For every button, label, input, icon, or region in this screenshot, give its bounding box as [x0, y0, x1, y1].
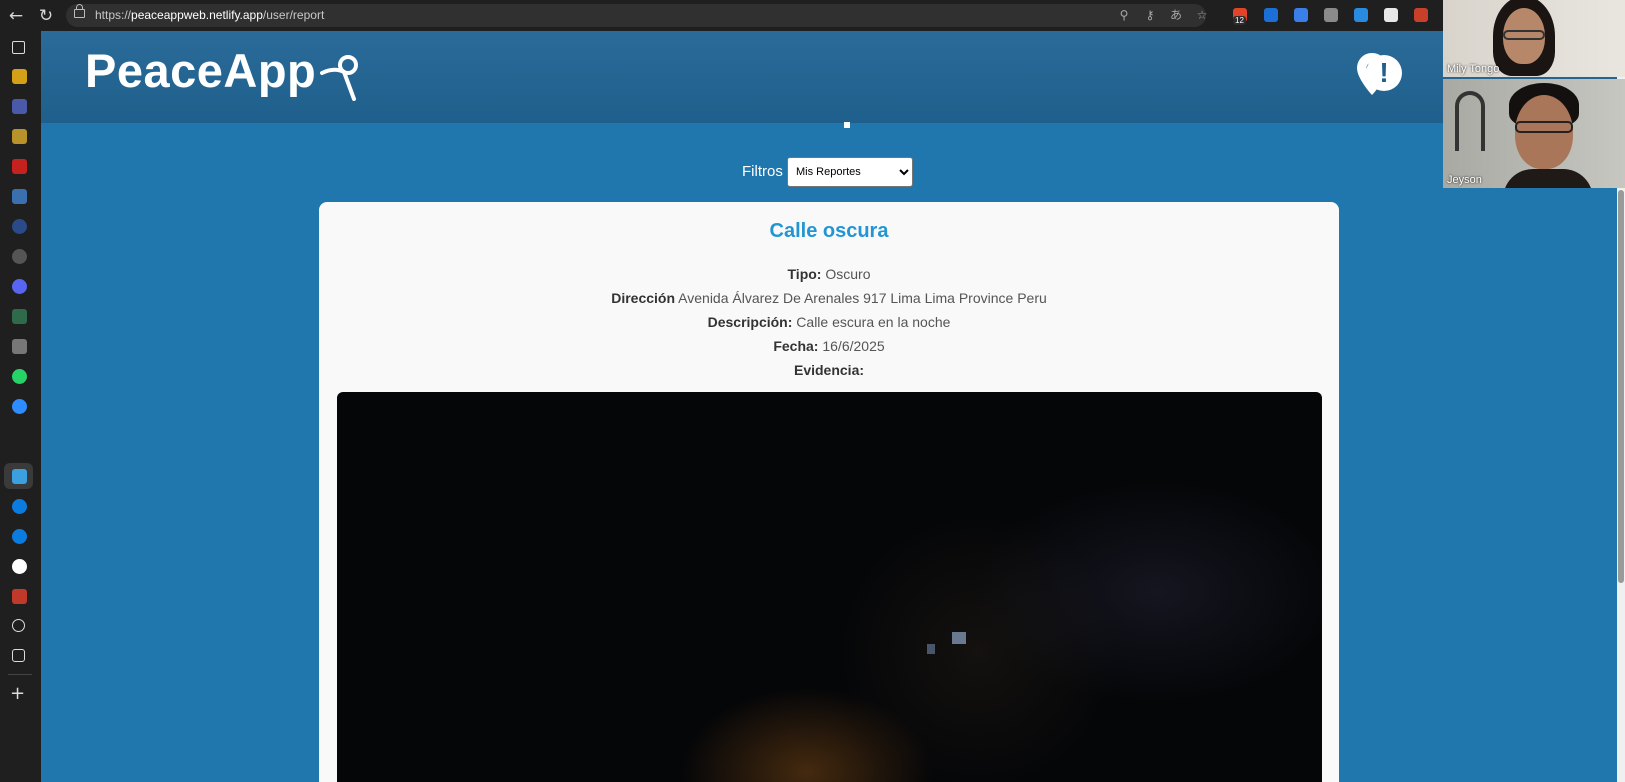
star-icon[interactable]: ☆ — [1194, 7, 1210, 23]
report-evidencia-label: Evidencia: — [793, 362, 865, 378]
sidebar-divider — [8, 674, 32, 675]
app-icon[interactable] — [12, 339, 27, 354]
globe-icon[interactable] — [12, 619, 25, 632]
app-icon[interactable] — [12, 219, 27, 234]
url-text: https://peaceappweb.netlify.app/user/rep… — [95, 8, 325, 22]
app-header: PeaceApp ! — [41, 31, 1625, 123]
app-icon[interactable] — [12, 309, 27, 324]
scrollbar-thumb[interactable] — [1618, 190, 1624, 583]
reload-icon[interactable]: ↻ — [34, 4, 58, 28]
skype-icon[interactable] — [12, 529, 27, 544]
skype-icon[interactable] — [12, 499, 27, 514]
browser-toolbar: ← ↻ https://peaceappweb.netlify.app/user… — [0, 0, 1625, 31]
lock-icon — [74, 4, 85, 18]
extension-icon[interactable] — [1384, 8, 1398, 22]
evidence-window-light — [952, 632, 966, 644]
add-icon[interactable]: + — [10, 685, 25, 703]
evidence-window-light — [927, 644, 935, 654]
carousel-dot — [844, 122, 850, 128]
filter-select[interactable]: Mis Reportes — [787, 157, 913, 187]
gmail-icon[interactable] — [12, 159, 27, 174]
logo-mark-icon — [320, 55, 358, 101]
report-title: Calle oscura — [769, 220, 889, 242]
glasses-icon — [1503, 30, 1545, 40]
filter-label: Filtros — [742, 163, 783, 180]
report-tipo: Tipo: Oscuro — [787, 266, 871, 282]
headphones-icon — [1455, 91, 1485, 151]
app-icon[interactable] — [12, 249, 27, 264]
app-icon[interactable] — [12, 189, 27, 204]
video-tile[interactable]: Mily Tongo — [1443, 0, 1625, 77]
report-direccion: Dirección Avenida Álvarez De Arenales 91… — [611, 290, 1047, 306]
address-bar[interactable]: https://peaceappweb.netlify.app/user/rep… — [66, 4, 1207, 27]
key-icon[interactable]: ⚷ — [1142, 7, 1158, 23]
app-icon[interactable] — [12, 589, 27, 604]
discord-icon[interactable] — [12, 279, 27, 294]
app-logo[interactable]: PeaceApp — [85, 43, 316, 98]
extension-icon[interactable] — [1264, 8, 1278, 22]
extension-icon[interactable] — [1414, 8, 1428, 22]
report-descripcion: Descripción: Calle escura en la noche — [707, 314, 951, 330]
calendar-icon[interactable] — [12, 649, 25, 662]
participant-name: Mily Tongo — [1447, 63, 1500, 75]
location-icon[interactable]: ⚲ — [1116, 7, 1132, 23]
google-icon[interactable] — [12, 559, 27, 574]
alert-icon[interactable]: ! — [1366, 55, 1402, 91]
participant-name: Jeyson — [1447, 174, 1482, 186]
translate-icon[interactable]: あ — [1168, 7, 1184, 23]
browser-sidebar: + — [0, 31, 41, 782]
glasses-icon — [1515, 121, 1573, 133]
peaceapp-icon[interactable] — [12, 469, 27, 484]
app-icon[interactable] — [12, 69, 27, 84]
zoom-icon[interactable] — [12, 399, 27, 414]
tabs-icon[interactable] — [12, 41, 25, 54]
extension-icon[interactable] — [1324, 8, 1338, 22]
extension-icon[interactable] — [1294, 8, 1308, 22]
whatsapp-icon[interactable] — [12, 369, 27, 384]
video-tile[interactable]: Jeyson — [1443, 79, 1625, 188]
report-card: Calle oscura Tipo: Oscuro Dirección Aven… — [319, 202, 1339, 782]
web-page: PeaceApp ! Filtros Mis Reportes Calle os… — [41, 31, 1625, 782]
app-icon[interactable] — [12, 99, 27, 114]
extension-badge: 12 — [1233, 16, 1246, 25]
report-fecha: Fecha: 16/6/2025 — [773, 338, 885, 354]
app-icon[interactable] — [12, 129, 27, 144]
participant-shirt — [1503, 169, 1593, 188]
back-icon[interactable]: ← — [4, 4, 28, 28]
extension-icon[interactable] — [1354, 8, 1368, 22]
evidence-image — [337, 392, 1322, 782]
